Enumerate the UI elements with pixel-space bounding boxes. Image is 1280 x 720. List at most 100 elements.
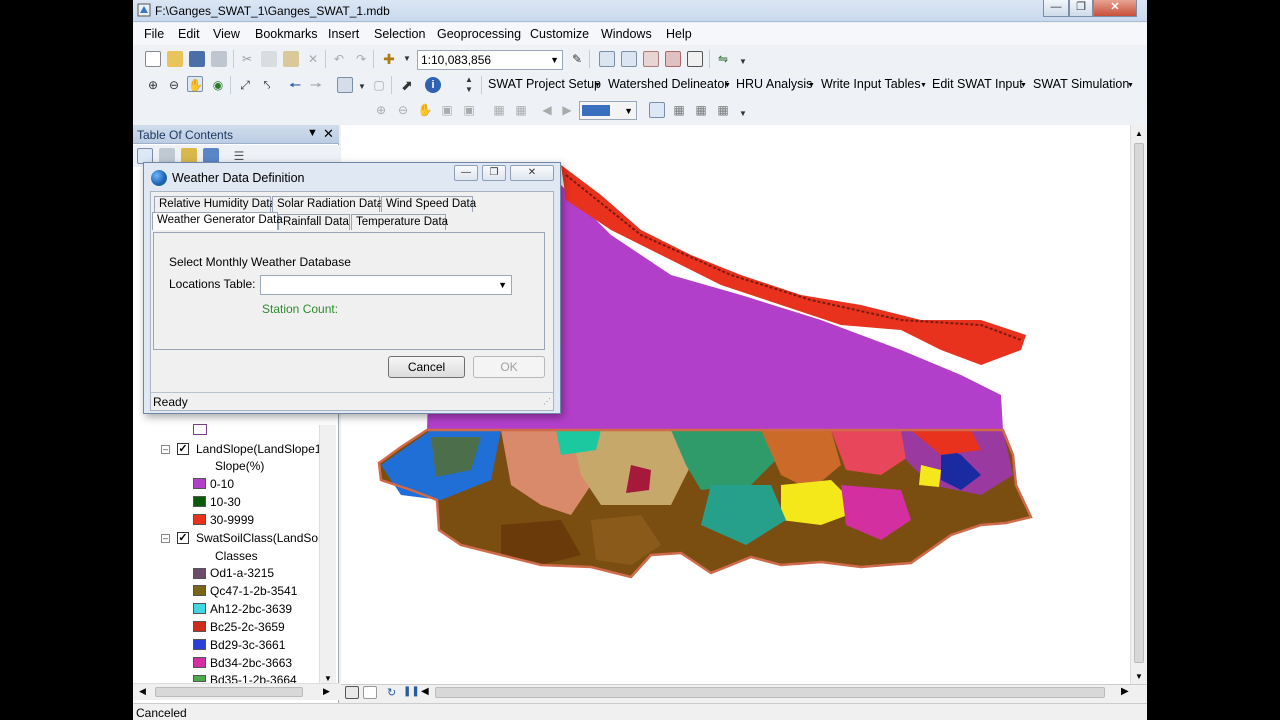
menu-edit-swat-input[interactable]: Edit SWAT Input [932, 77, 1023, 91]
tab-rainfall-data[interactable]: Rainfall Data [278, 214, 350, 230]
close-button[interactable]: ✕ [1093, 0, 1137, 17]
ok-button[interactable]: OK [473, 356, 545, 378]
scroll-left-icon[interactable]: ◀ [421, 686, 429, 697]
scroll-down-icon[interactable]: ▼ [1135, 672, 1143, 681]
toolbar-options-icon[interactable]: ▼ [735, 54, 751, 70]
paste-icon[interactable] [283, 51, 299, 67]
tab-weather-generator-data[interactable]: Weather Generator Data [152, 212, 283, 230]
save-icon[interactable] [189, 51, 205, 67]
close-icon[interactable]: ✕ [323, 126, 334, 142]
print-icon[interactable] [211, 51, 227, 67]
collapse-icon[interactable]: – [161, 534, 170, 543]
select-dropdown-icon[interactable]: ▼ [354, 79, 370, 95]
fixed-zoom-in-layout-icon[interactable]: ▦ [491, 102, 507, 118]
toolbar-overflow-icon[interactable]: ▲ ▼ [461, 75, 477, 95]
menu-hru-analysis[interactable]: HRU Analysis [736, 77, 812, 91]
menu-help[interactable]: Help [666, 27, 692, 41]
arctoolbox-icon[interactable] [665, 51, 681, 67]
scroll-left-icon[interactable]: ◀ [139, 686, 146, 697]
add-data-dropdown-icon[interactable]: ▼ [399, 51, 415, 67]
tab-solar-radiation-data[interactable]: Solar Radiation Data [272, 196, 383, 212]
toggle-draft-mode-icon[interactable] [649, 102, 665, 118]
menu-geoprocessing[interactable]: Geoprocessing [437, 27, 521, 41]
add-data-icon[interactable]: ✚ [381, 51, 397, 67]
zoom-100-icon[interactable]: ▣ [461, 102, 477, 118]
pause-drawing-icon[interactable]: ❚❚ [403, 686, 420, 697]
scroll-down-icon[interactable]: ▼ [324, 674, 332, 683]
layout-toolbar-options-icon[interactable]: ▼ [735, 106, 751, 122]
undo-icon[interactable]: ↶ [331, 51, 347, 67]
copy-icon[interactable] [261, 51, 277, 67]
clear-selection-icon[interactable]: ▢ [371, 77, 387, 93]
menu-watershed-delineator[interactable]: Watershed Delineator [608, 77, 728, 91]
tab-temperature-data[interactable]: Temperature Data [351, 214, 448, 230]
change-layout-icon[interactable]: ▦ [693, 102, 709, 118]
locations-table-select[interactable]: ▼ [260, 275, 512, 295]
menu-swat-project-setup[interactable]: SWAT Project Setup [488, 77, 601, 91]
pin-icon[interactable]: ▼ [307, 127, 318, 139]
minimize-button[interactable]: — [1043, 0, 1069, 17]
scroll-right-icon[interactable]: ▶ [323, 686, 330, 697]
layout-view-icon[interactable] [363, 686, 377, 699]
layer-name-swatsoilclass[interactable]: SwatSoilClass(LandSoil [196, 531, 323, 545]
layer-visibility-checkbox[interactable]: ✓ [177, 532, 189, 544]
fixed-zoom-out-icon[interactable]: ⤣ [259, 77, 275, 93]
layout-zoom-out-icon[interactable]: ⊖ [395, 102, 411, 118]
menu-file[interactable]: File [144, 27, 164, 41]
table-of-contents-window-icon[interactable] [599, 51, 615, 67]
zoom-whole-page-icon[interactable]: ▣ [439, 102, 455, 118]
search-window-icon[interactable] [643, 51, 659, 67]
fixed-zoom-out-layout-icon[interactable]: ▦ [513, 102, 529, 118]
layout-zoom-in-icon[interactable]: ⊕ [373, 102, 389, 118]
select-features-icon[interactable] [337, 77, 353, 93]
toc-horizontal-scrollbar[interactable]: ◀ ▶ [133, 683, 339, 700]
map-vertical-scrollbar[interactable]: ▲ ▼ [1130, 125, 1147, 685]
delete-icon[interactable]: ✕ [305, 51, 321, 67]
redo-icon[interactable]: ↷ [353, 51, 369, 67]
scroll-up-icon[interactable]: ▲ [1135, 129, 1143, 138]
editor-icon[interactable]: ✎ [569, 51, 585, 67]
new-document-icon[interactable] [145, 51, 161, 67]
layer-name-landslope[interactable]: LandSlope(LandSlope1) [196, 442, 325, 456]
data-view-icon[interactable] [345, 686, 359, 699]
layout-forward-icon[interactable]: ▶ [559, 102, 575, 118]
menu-selection[interactable]: Selection [374, 27, 425, 41]
menu-windows[interactable]: Windows [601, 27, 652, 41]
back-arrow-icon[interactable]: 🠔 [287, 77, 303, 93]
focus-data-frame-icon[interactable]: ▦ [671, 102, 687, 118]
layer-visibility-checkbox[interactable]: ✓ [177, 443, 189, 455]
layout-pan-icon[interactable]: ✋ [417, 102, 433, 118]
fixed-zoom-in-icon[interactable]: ⤢ [237, 77, 253, 93]
resize-grip-icon[interactable]: ⋰ [543, 397, 551, 406]
tab-wind-speed-data[interactable]: Wind Speed Data [381, 196, 476, 212]
menu-view[interactable]: View [213, 27, 240, 41]
menu-edit[interactable]: Edit [178, 27, 200, 41]
map-horizontal-scroll-thumb[interactable] [435, 687, 1105, 698]
zoom-in-icon[interactable]: ⊕ [145, 77, 161, 93]
dialog-close-button[interactable]: ✕ [510, 165, 554, 181]
menu-swat-simulation[interactable]: SWAT Simulation [1033, 77, 1129, 91]
menu-write-input-tables[interactable]: Write Input Tables [821, 77, 921, 91]
pan-hand-icon[interactable]: ✋ [187, 76, 203, 92]
cut-icon[interactable]: ✂ [239, 51, 255, 67]
full-extent-globe-icon[interactable]: ◉ [210, 77, 226, 93]
python-window-icon[interactable] [687, 51, 703, 67]
maximize-button[interactable]: ❐ [1069, 0, 1093, 17]
menu-customize[interactable]: Customize [530, 27, 589, 41]
cancel-button[interactable]: Cancel [388, 356, 465, 378]
select-elements-arrow-icon[interactable]: ⬈ [399, 77, 415, 93]
layout-back-icon[interactable]: ◀ [539, 102, 555, 118]
model-builder-icon[interactable]: ⇋ [715, 51, 731, 67]
menu-insert[interactable]: Insert [328, 27, 359, 41]
collapse-icon[interactable]: – [161, 445, 170, 454]
scroll-right-icon[interactable]: ▶ [1121, 686, 1129, 697]
data-driven-pages-icon[interactable]: ▦ [715, 102, 731, 118]
scroll-thumb[interactable] [1134, 143, 1144, 663]
dialog-maximize-button[interactable]: ❐ [482, 165, 506, 181]
open-folder-icon[interactable] [167, 51, 183, 67]
toc-vertical-scrollbar[interactable]: ▼ [319, 425, 336, 687]
catalog-window-icon[interactable] [621, 51, 637, 67]
dialog-minimize-button[interactable]: — [454, 165, 478, 181]
identify-icon[interactable]: i [425, 77, 441, 93]
layout-zoom-combo[interactable]: ▼ [579, 101, 637, 120]
